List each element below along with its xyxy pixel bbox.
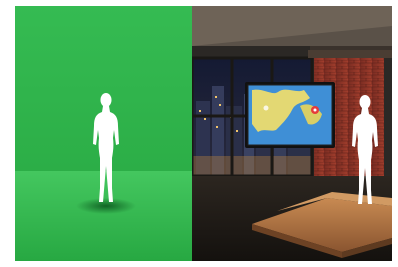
map-pin-icon bbox=[311, 106, 319, 114]
green-screen-scene bbox=[15, 6, 192, 261]
image-frame bbox=[0, 0, 398, 267]
virtual-studio-panel bbox=[192, 6, 392, 261]
virtual-studio-scene bbox=[192, 6, 392, 261]
weather-map-screen bbox=[245, 82, 335, 148]
floor-shadow bbox=[76, 198, 136, 214]
green-screen-panel bbox=[15, 6, 192, 261]
